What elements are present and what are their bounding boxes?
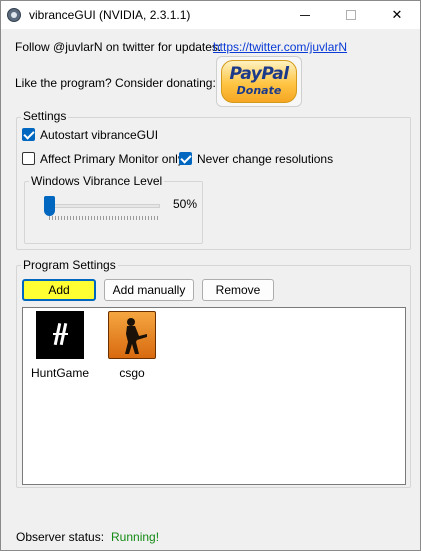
vibrance-group-title: Windows Vibrance Level <box>29 174 165 188</box>
donate-text: Like the program? Consider donating: <box>15 76 216 90</box>
program-item-label: csgo <box>119 366 145 380</box>
settings-group-title: Settings <box>21 109 69 123</box>
program-list[interactable]: HuntGame csgo <box>22 307 406 485</box>
maximize-icon <box>346 10 356 20</box>
close-icon: ✕ <box>391 7 403 22</box>
close-button[interactable]: ✕ <box>374 1 420 29</box>
vibrance-value: 50% <box>173 197 198 211</box>
affect-primary-label[interactable]: Affect Primary Monitor only <box>40 152 184 166</box>
vibrance-slider-thumb[interactable] <box>44 196 55 216</box>
observer-status-value: Running! <box>111 530 160 544</box>
never-change-res-checkbox[interactable] <box>179 152 192 165</box>
minimize-button[interactable] <box>282 1 328 29</box>
paypal-donate-button[interactable]: PayPal Donate <box>216 56 302 107</box>
app-gear-icon <box>7 8 21 22</box>
program-item-label: HuntGame <box>30 366 90 380</box>
csgo-icon <box>108 311 156 359</box>
maximize-button[interactable] <box>328 1 374 29</box>
vibrance-slider-ticks <box>49 216 160 220</box>
paypal-logo-text: PayPal <box>229 64 289 84</box>
never-change-res-label[interactable]: Never change resolutions <box>197 152 333 166</box>
observer-status-label: Observer status: <box>16 530 105 544</box>
add-button[interactable]: Add <box>22 279 96 301</box>
csgo-soldier-icon <box>125 318 147 354</box>
vibrance-slider-track[interactable] <box>49 204 160 208</box>
minimize-icon <box>300 14 310 16</box>
remove-button[interactable]: Remove <box>202 279 274 301</box>
program-item-huntgame[interactable]: HuntGame <box>25 311 95 381</box>
follow-text: Follow @juvlarN on twitter for updates: <box>15 40 222 54</box>
twitter-link[interactable]: https://twitter.com/juvlarN <box>213 40 347 54</box>
paypal-logo: PayPal Donate <box>221 60 297 103</box>
affect-primary-checkbox[interactable] <box>22 152 35 165</box>
hunt-game-icon-glyph <box>53 323 68 346</box>
paypal-donate-text: Donate <box>236 84 282 97</box>
autostart-label[interactable]: Autostart vibranceGUI <box>40 128 158 142</box>
title-bar[interactable]: vibranceGUI (NVIDIA, 2.3.1.1) ✕ <box>1 1 420 29</box>
add-manually-button[interactable]: Add manually <box>104 279 194 301</box>
autostart-checkbox[interactable] <box>22 128 35 141</box>
app-window: vibranceGUI (NVIDIA, 2.3.1.1) ✕ Follow @… <box>0 0 421 551</box>
window-title: vibranceGUI (NVIDIA, 2.3.1.1) <box>29 8 191 22</box>
program-settings-group-title: Program Settings <box>21 258 118 272</box>
hunt-game-icon <box>36 311 84 359</box>
program-item-csgo[interactable]: csgo <box>97 311 167 381</box>
